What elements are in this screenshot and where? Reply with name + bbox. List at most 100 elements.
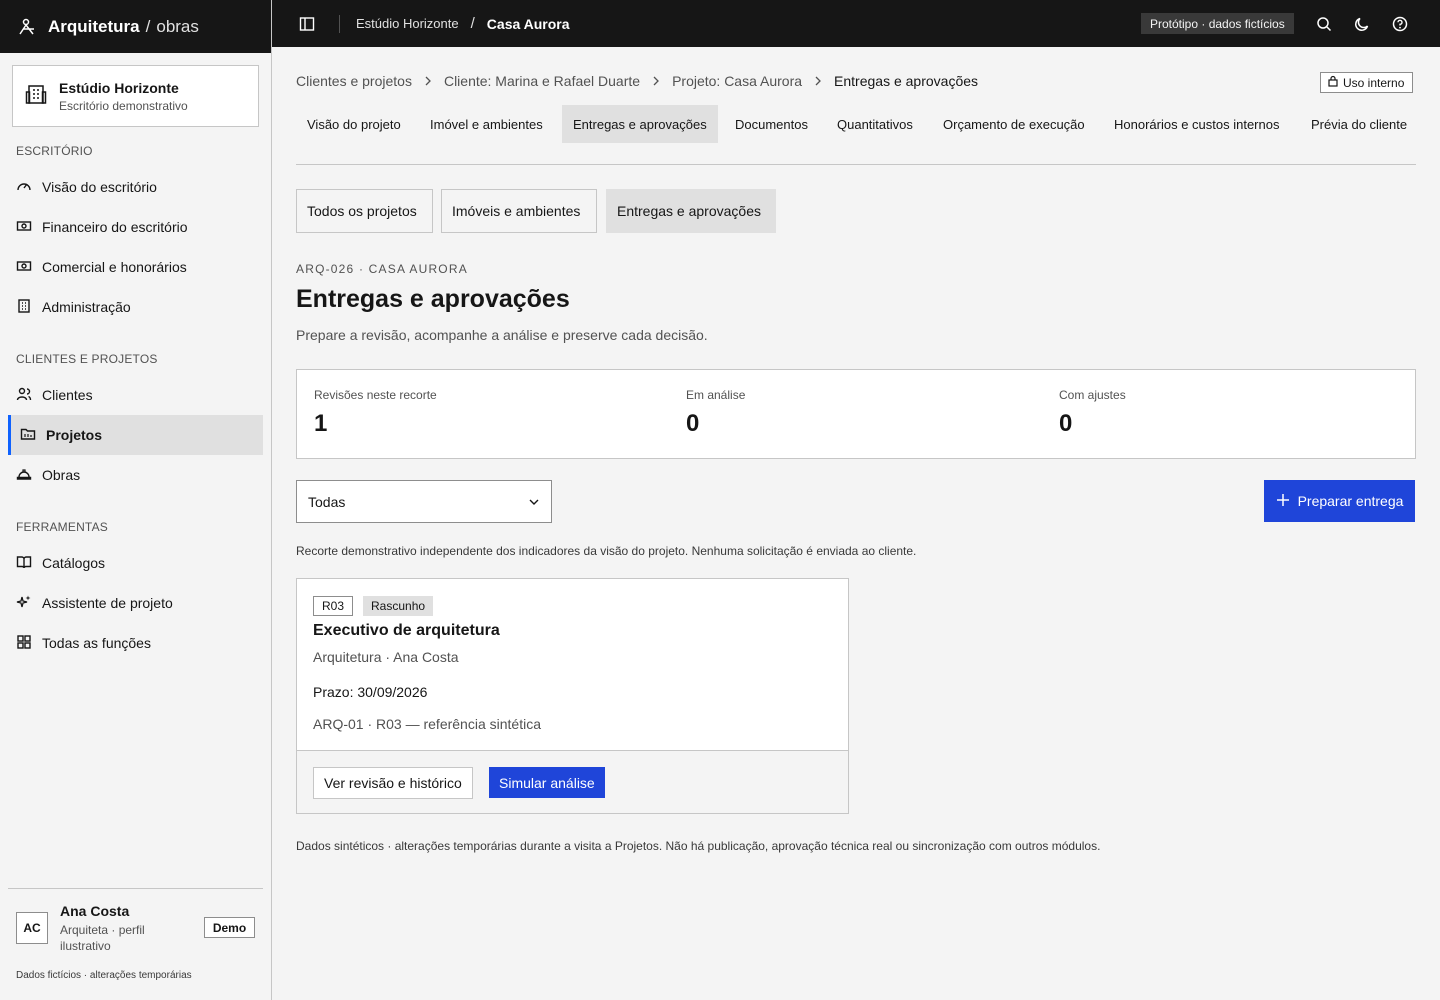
sidebar: Arquitetura / obras Estúdio Horizonte Es… (0, 0, 272, 1000)
sidebar-item-label: Administração (42, 299, 131, 315)
section-label-clientes-projetos: CLIENTES E PROJETOS (16, 352, 158, 366)
avatar: AC (16, 912, 48, 944)
breadcrumb-item[interactable]: Cliente: Marina e Rafael Duarte (444, 73, 640, 89)
user-role: Arquiteta · perfil ilustrativo (60, 923, 145, 953)
org-switcher[interactable]: Estúdio Horizonte Escritório demonstrati… (12, 65, 259, 127)
tab-previa-cliente[interactable]: Prévia do cliente (1300, 105, 1418, 143)
building-icon (16, 298, 32, 317)
sidebar-item-label: Financeiro do escritório (42, 219, 188, 235)
delivery-subtitle: Arquitetura · Ana Costa (313, 649, 459, 665)
breadcrumb: Clientes e projetos Cliente: Marina e Ra… (296, 73, 978, 89)
tab-quantitativos[interactable]: Quantitativos (826, 105, 924, 143)
tab-orcamento-execucao[interactable]: Orçamento de execução (932, 105, 1096, 143)
sidebar-item-label: Todas as funções (42, 635, 151, 651)
gauge-icon (16, 178, 32, 197)
page-title: Entregas e aprovações (296, 285, 570, 313)
footer-note: Dados sintéticos · alterações temporária… (296, 839, 1101, 853)
help-icon[interactable] (1389, 13, 1411, 35)
prepare-delivery-button[interactable]: Preparar entrega (1264, 480, 1415, 522)
tab-imovel-ambientes[interactable]: Imóvel e ambientes (419, 105, 554, 143)
sidebar-footnote: Dados fictícios · alterações temporárias (16, 970, 192, 981)
status-badge: Rascunho (363, 596, 434, 616)
breadcrumb-item[interactable]: Clientes e projetos (296, 73, 412, 89)
sidebar-item-catalogos[interactable]: Catálogos (8, 543, 263, 583)
delivery-card-actions: Ver revisão e histórico Simular análise (297, 750, 848, 813)
demo-badge: Demo (204, 917, 255, 938)
topbar-crumb-separator: / (470, 15, 475, 32)
folder-icon (20, 426, 36, 445)
sidebar-item-administracao[interactable]: Administração (8, 287, 263, 327)
stat-label: Revisões neste recorte (314, 388, 437, 402)
breadcrumb-current: Entregas e aprovações (834, 73, 979, 89)
sidebar-item-comercial[interactable]: Comercial e honorários (8, 247, 263, 287)
book-icon (16, 554, 32, 573)
helmet-icon (16, 466, 32, 485)
internal-use-label: Uso interno (1343, 75, 1405, 90)
subtab-imoveis-ambientes[interactable]: Imóveis e ambientes (441, 189, 597, 233)
search-icon[interactable] (1313, 13, 1335, 35)
tab-honorarios-custos[interactable]: Honorários e custos internos (1103, 105, 1290, 143)
topbar-crumb-org[interactable]: Estúdio Horizonte (356, 16, 459, 31)
money-icon (16, 258, 32, 277)
stat-value: 0 (686, 410, 700, 437)
topbar: Estúdio Horizonte / Casa Aurora Protótip… (272, 0, 1440, 47)
project-code: ARQ-026 · CASA AURORA (296, 262, 468, 276)
status-filter-select[interactable]: Todas (296, 480, 552, 523)
view-revision-button[interactable]: Ver revisão e histórico (313, 767, 473, 799)
sidebar-item-label: Assistente de projeto (42, 595, 173, 611)
subtab-entregas-aprovacoes[interactable]: Entregas e aprovações (606, 189, 776, 233)
stat-value: 0 (1059, 410, 1073, 437)
building-icon (25, 83, 47, 110)
chevron-down-icon (528, 495, 540, 511)
divider (339, 14, 340, 33)
page-description: Prepare a revisão, acompanhe a análise e… (296, 327, 708, 343)
sidebar-item-visao-escritorio[interactable]: Visão do escritório (8, 167, 263, 207)
money-icon (16, 218, 32, 237)
filter-note: Recorte demonstrativo independente dos i… (296, 544, 917, 558)
topbar-crumb-project: Casa Aurora (486, 15, 570, 32)
subtab-todos-projetos[interactable]: Todos os projetos (296, 189, 433, 233)
chevron-right-icon (424, 76, 432, 86)
project-tabs: Visão do projeto Imóvel e ambientes Entr… (296, 105, 1416, 165)
sidebar-item-clientes[interactable]: Clientes (8, 375, 263, 415)
users-icon (16, 386, 32, 405)
org-name: Estúdio Horizonte (59, 79, 179, 96)
breadcrumb-item[interactable]: Projeto: Casa Aurora (672, 73, 802, 89)
stat-label: Com ajustes (1059, 388, 1126, 402)
tab-visao-projeto[interactable]: Visão do projeto (296, 105, 412, 143)
stat-value: 1 (314, 410, 328, 437)
delivery-title: Executivo de arquitetura (313, 622, 500, 639)
user-name: Ana Costa (60, 903, 130, 919)
sidebar-item-label: Comercial e honorários (42, 259, 187, 275)
revision-tag: R03 (313, 596, 354, 616)
lock-icon (1327, 75, 1339, 90)
chevron-right-icon (652, 76, 660, 86)
app-logo-icon (16, 16, 38, 38)
simulate-review-button[interactable]: Simular análise (489, 767, 605, 798)
sidebar-item-todas-funcoes[interactable]: Todas as funções (8, 623, 263, 663)
sidebar-item-projetos[interactable]: Projetos (8, 415, 263, 455)
prototype-badge: Protótipo · dados fictícios (1141, 13, 1294, 34)
sidebar-item-label: Projetos (46, 427, 103, 443)
app-name: Arquitetura (48, 16, 140, 36)
sidebar-item-assistente[interactable]: Assistente de projeto (8, 583, 263, 623)
app-brand[interactable]: Arquitetura / obras (0, 0, 271, 53)
sparkle-icon (16, 594, 32, 613)
app-module: obras (156, 16, 199, 36)
sidebar-toggle-icon[interactable] (296, 13, 318, 35)
section-label-escritorio: ESCRITÓRIO (16, 144, 93, 158)
moon-icon[interactable] (1351, 13, 1373, 35)
tab-documentos[interactable]: Documentos (724, 105, 819, 143)
sidebar-item-financeiro[interactable]: Financeiro do escritório (8, 207, 263, 247)
tab-entregas-aprovacoes[interactable]: Entregas e aprovações (562, 105, 718, 143)
user-profile[interactable]: AC Ana Costa Arquiteta · perfil ilustrat… (8, 888, 263, 953)
sidebar-item-label: Obras (42, 467, 81, 483)
sidebar-item-label: Clientes (42, 387, 93, 403)
section-label-ferramentas: FERRAMENTAS (16, 520, 108, 534)
sidebar-item-label: Catálogos (42, 555, 106, 571)
chevron-right-icon (814, 76, 822, 86)
delivery-due-date: Prazo: 30/09/2026 (313, 684, 428, 700)
sidebar-item-obras[interactable]: Obras (8, 455, 263, 495)
status-filter-value: Todas (308, 493, 346, 510)
grid-icon (16, 634, 32, 653)
